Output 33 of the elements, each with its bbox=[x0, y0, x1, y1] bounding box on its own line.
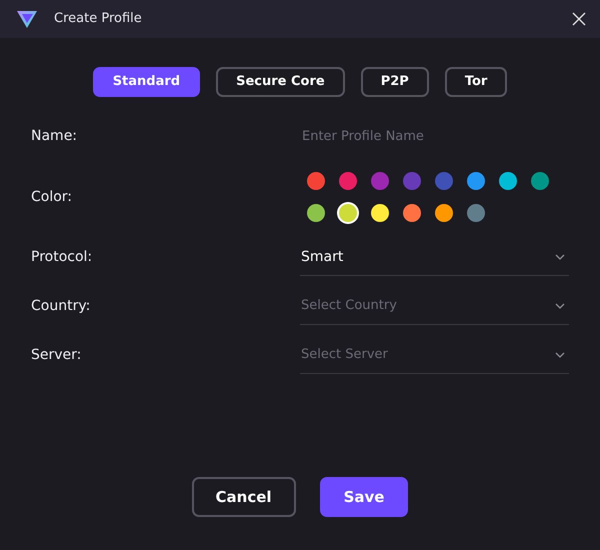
color-swatch[interactable] bbox=[435, 172, 453, 190]
cancel-button[interactable]: Cancel bbox=[192, 477, 296, 517]
dropdown[interactable]: Smart bbox=[300, 239, 569, 276]
field-label: Protocol: bbox=[31, 248, 94, 267]
app-logo-icon bbox=[16, 9, 38, 29]
color-swatch[interactable] bbox=[435, 204, 453, 222]
color-swatch[interactable] bbox=[531, 172, 549, 190]
color-swatch[interactable] bbox=[339, 204, 357, 222]
color-swatch[interactable] bbox=[467, 204, 485, 222]
tab[interactable]: Standard bbox=[92, 67, 200, 97]
color-swatch[interactable] bbox=[467, 172, 485, 190]
chevron-down-icon bbox=[555, 303, 565, 309]
window-title: Create Profile bbox=[54, 10, 143, 28]
tab[interactable]: Tor bbox=[444, 67, 508, 97]
tab[interactable]: P2P bbox=[360, 67, 429, 97]
chevron-down-icon bbox=[555, 254, 565, 260]
color-swatch[interactable] bbox=[307, 172, 325, 190]
field-label: Name: bbox=[31, 127, 78, 146]
tab[interactable]: Secure Core bbox=[216, 67, 345, 97]
color-swatch[interactable] bbox=[371, 204, 389, 222]
color-swatch[interactable] bbox=[499, 172, 517, 190]
color-swatch[interactable] bbox=[307, 204, 325, 222]
color-swatch[interactable] bbox=[403, 204, 421, 222]
chevron-down-icon bbox=[555, 352, 565, 358]
field-label: Country: bbox=[31, 297, 92, 316]
name-field[interactable]: Enter Profile Name bbox=[300, 118, 569, 155]
field-label: Color: bbox=[31, 188, 74, 206]
color-swatch[interactable] bbox=[339, 172, 357, 190]
color-swatch[interactable] bbox=[371, 172, 389, 190]
color-swatch[interactable] bbox=[403, 172, 421, 190]
field-label: Server: bbox=[31, 346, 82, 365]
close-icon[interactable] bbox=[572, 12, 586, 26]
save-button[interactable]: Save bbox=[320, 477, 408, 517]
